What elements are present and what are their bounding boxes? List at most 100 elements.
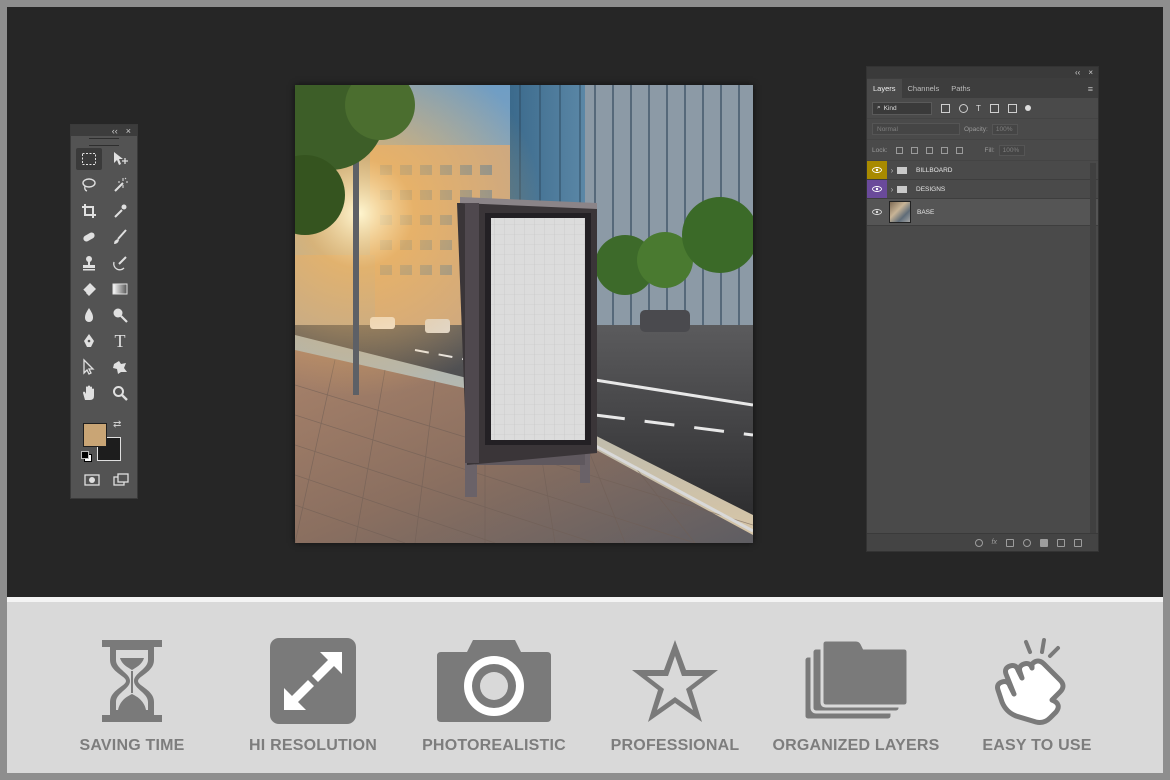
add-mask-icon[interactable] xyxy=(1006,538,1014,547)
type-tool-icon[interactable]: T xyxy=(107,330,133,352)
marquee-tool-icon[interactable] xyxy=(76,148,102,170)
adjustment-layer-icon[interactable] xyxy=(1023,538,1031,547)
move-tool-icon[interactable] xyxy=(107,148,133,170)
trash-icon[interactable] xyxy=(1074,538,1082,547)
document-canvas[interactable] xyxy=(295,85,753,543)
zoom-tool-icon[interactable] xyxy=(107,382,133,404)
pixel-filter-icon[interactable] xyxy=(941,103,950,113)
smart-object-filter-icon[interactable] xyxy=(1007,103,1017,113)
layer-name: DESIGNS xyxy=(916,185,946,193)
photoshop-workspace: ‹‹ × T ⇄ ‹‹ × Layers Channels Paths ≡ ⌕ … xyxy=(7,7,1163,597)
link-layers-icon[interactable] xyxy=(974,538,983,547)
history-brush-tool-icon[interactable] xyxy=(107,252,133,274)
visibility-eye-icon[interactable] xyxy=(867,161,887,179)
filter-toggle-icon[interactable] xyxy=(1024,105,1031,111)
close-icon[interactable]: × xyxy=(1088,68,1093,77)
layers-stack-icon xyxy=(802,638,910,722)
screen-mode-icon[interactable] xyxy=(108,469,134,491)
magic-wand-tool-icon[interactable] xyxy=(107,174,133,196)
visibility-eye-icon[interactable] xyxy=(867,203,887,221)
fill-input[interactable]: 100% xyxy=(998,144,1025,156)
opacity-input[interactable]: 100% xyxy=(991,123,1018,135)
tools-panel-header: ‹‹ × xyxy=(71,125,137,136)
lasso-tool-icon[interactable] xyxy=(76,174,102,196)
hourglass-icon xyxy=(102,640,162,722)
opacity-label: Opacity: xyxy=(964,125,988,133)
layer-row-designs[interactable]: › DESIGNS xyxy=(867,180,1098,199)
lock-position-icon[interactable] xyxy=(925,146,933,154)
healing-brush-tool-icon[interactable] xyxy=(76,226,102,248)
layers-panel-footer: fx xyxy=(867,533,1098,551)
custom-shape-tool-icon[interactable] xyxy=(107,356,133,378)
feature-label: SAVING TIME xyxy=(79,737,185,754)
path-selection-tool-icon[interactable] xyxy=(76,356,102,378)
collapse-icon[interactable]: ‹‹ xyxy=(112,126,118,136)
tools-panel: ‹‹ × T ⇄ xyxy=(70,124,138,499)
search-icon: ⌕ xyxy=(877,104,881,111)
type-tool-glyph: T xyxy=(114,331,126,351)
kind-filter-select[interactable]: ⌕ Kind xyxy=(872,101,932,115)
hand-tool-icon[interactable] xyxy=(76,382,102,404)
street-billboard-photo xyxy=(295,85,753,543)
panel-grip[interactable] xyxy=(89,138,119,146)
tab-paths[interactable]: Paths xyxy=(945,84,976,98)
chevron-right-icon[interactable]: › xyxy=(887,166,897,175)
foreground-color-swatch[interactable] xyxy=(83,423,107,447)
lock-image-icon[interactable] xyxy=(910,146,918,154)
layer-filter-row: ⌕ Kind T xyxy=(867,98,1098,119)
adjustment-filter-icon[interactable] xyxy=(959,103,968,113)
collapse-icon[interactable]: ‹‹ xyxy=(1075,68,1080,77)
feature-label: PROFESSIONAL xyxy=(610,737,740,754)
eyedropper-tool-icon[interactable] xyxy=(107,200,133,222)
feature-organized-layers: ORGANIZED LAYERS xyxy=(771,602,941,773)
pen-tool-icon[interactable] xyxy=(76,330,102,352)
eraser-tool-icon[interactable] xyxy=(76,278,102,300)
new-group-icon[interactable] xyxy=(1040,538,1048,547)
chevron-right-icon[interactable]: › xyxy=(887,185,897,194)
visibility-eye-icon[interactable] xyxy=(867,180,887,198)
gradient-tool-icon[interactable] xyxy=(107,278,133,300)
lock-label: Lock: xyxy=(872,146,888,154)
crop-tool-icon[interactable] xyxy=(76,200,102,222)
layers-scrollbar[interactable] xyxy=(1090,163,1096,533)
blur-tool-icon[interactable] xyxy=(76,304,102,326)
folder-icon xyxy=(897,185,907,193)
lock-all-icon[interactable] xyxy=(955,146,963,154)
clone-stamp-tool-icon[interactable] xyxy=(76,252,102,274)
panel-menu-icon[interactable]: ≡ xyxy=(1088,84,1093,94)
layers-panel-titlebar: ‹‹ × xyxy=(867,67,1098,78)
expand-arrows-icon xyxy=(270,638,356,724)
feature-label: HI RESOLUTION xyxy=(249,737,377,754)
dodge-tool-icon[interactable] xyxy=(107,304,133,326)
default-colors-icon[interactable] xyxy=(81,451,92,462)
feature-professional: PROFESSIONAL xyxy=(590,602,760,773)
fx-icon[interactable]: fx xyxy=(992,539,997,546)
blend-opacity-row: Normal Opacity: 100% xyxy=(867,119,1098,140)
swap-colors-icon[interactable]: ⇄ xyxy=(113,419,121,430)
close-icon[interactable]: × xyxy=(126,126,131,136)
blend-mode-select[interactable]: Normal xyxy=(872,123,960,135)
camera-icon xyxy=(437,640,551,722)
kind-filter-label: Kind xyxy=(883,104,897,112)
tab-layers[interactable]: Layers xyxy=(867,79,902,98)
fill-label: Fill: xyxy=(984,146,995,154)
feature-saving-time: SAVING TIME xyxy=(47,602,217,773)
layer-thumbnail xyxy=(889,201,911,223)
shape-filter-icon[interactable] xyxy=(989,103,999,113)
new-layer-icon[interactable] xyxy=(1057,538,1065,547)
feature-label: PHOTOREALISTIC xyxy=(422,737,566,754)
type-filter-icon[interactable]: T xyxy=(976,104,981,113)
quick-mask-icon[interactable] xyxy=(79,469,105,491)
star-icon xyxy=(632,640,718,722)
brush-tool-icon[interactable] xyxy=(107,226,133,248)
lock-artboard-icon[interactable] xyxy=(940,146,948,154)
tab-channels[interactable]: Channels xyxy=(902,84,946,98)
feature-label: ORGANIZED LAYERS xyxy=(772,737,940,754)
lock-transparent-icon[interactable] xyxy=(895,146,903,154)
tap-hand-icon xyxy=(995,638,1066,725)
layer-row-base[interactable]: BASE xyxy=(867,199,1098,226)
layers-panel: ‹‹ × Layers Channels Paths ≡ ⌕ Kind T No… xyxy=(866,66,1099,552)
feature-hi-resolution: HI RESOLUTION xyxy=(228,602,398,773)
panel-tabs: Layers Channels Paths ≡ xyxy=(867,78,1098,98)
layer-row-billboard[interactable]: › BILLBOARD xyxy=(867,161,1098,180)
